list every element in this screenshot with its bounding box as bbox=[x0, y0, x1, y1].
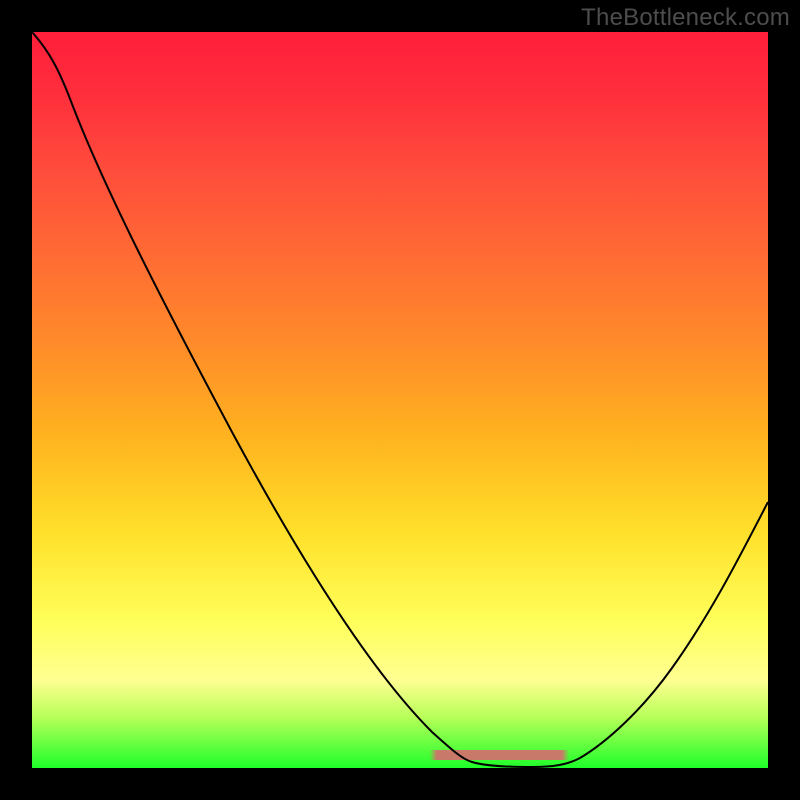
plot-area bbox=[32, 32, 768, 768]
chart-frame: TheBottleneck.com bbox=[0, 0, 800, 800]
watermark-text: TheBottleneck.com bbox=[581, 4, 790, 32]
curve-layer bbox=[32, 32, 768, 768]
bottleneck-curve-path bbox=[32, 32, 768, 767]
